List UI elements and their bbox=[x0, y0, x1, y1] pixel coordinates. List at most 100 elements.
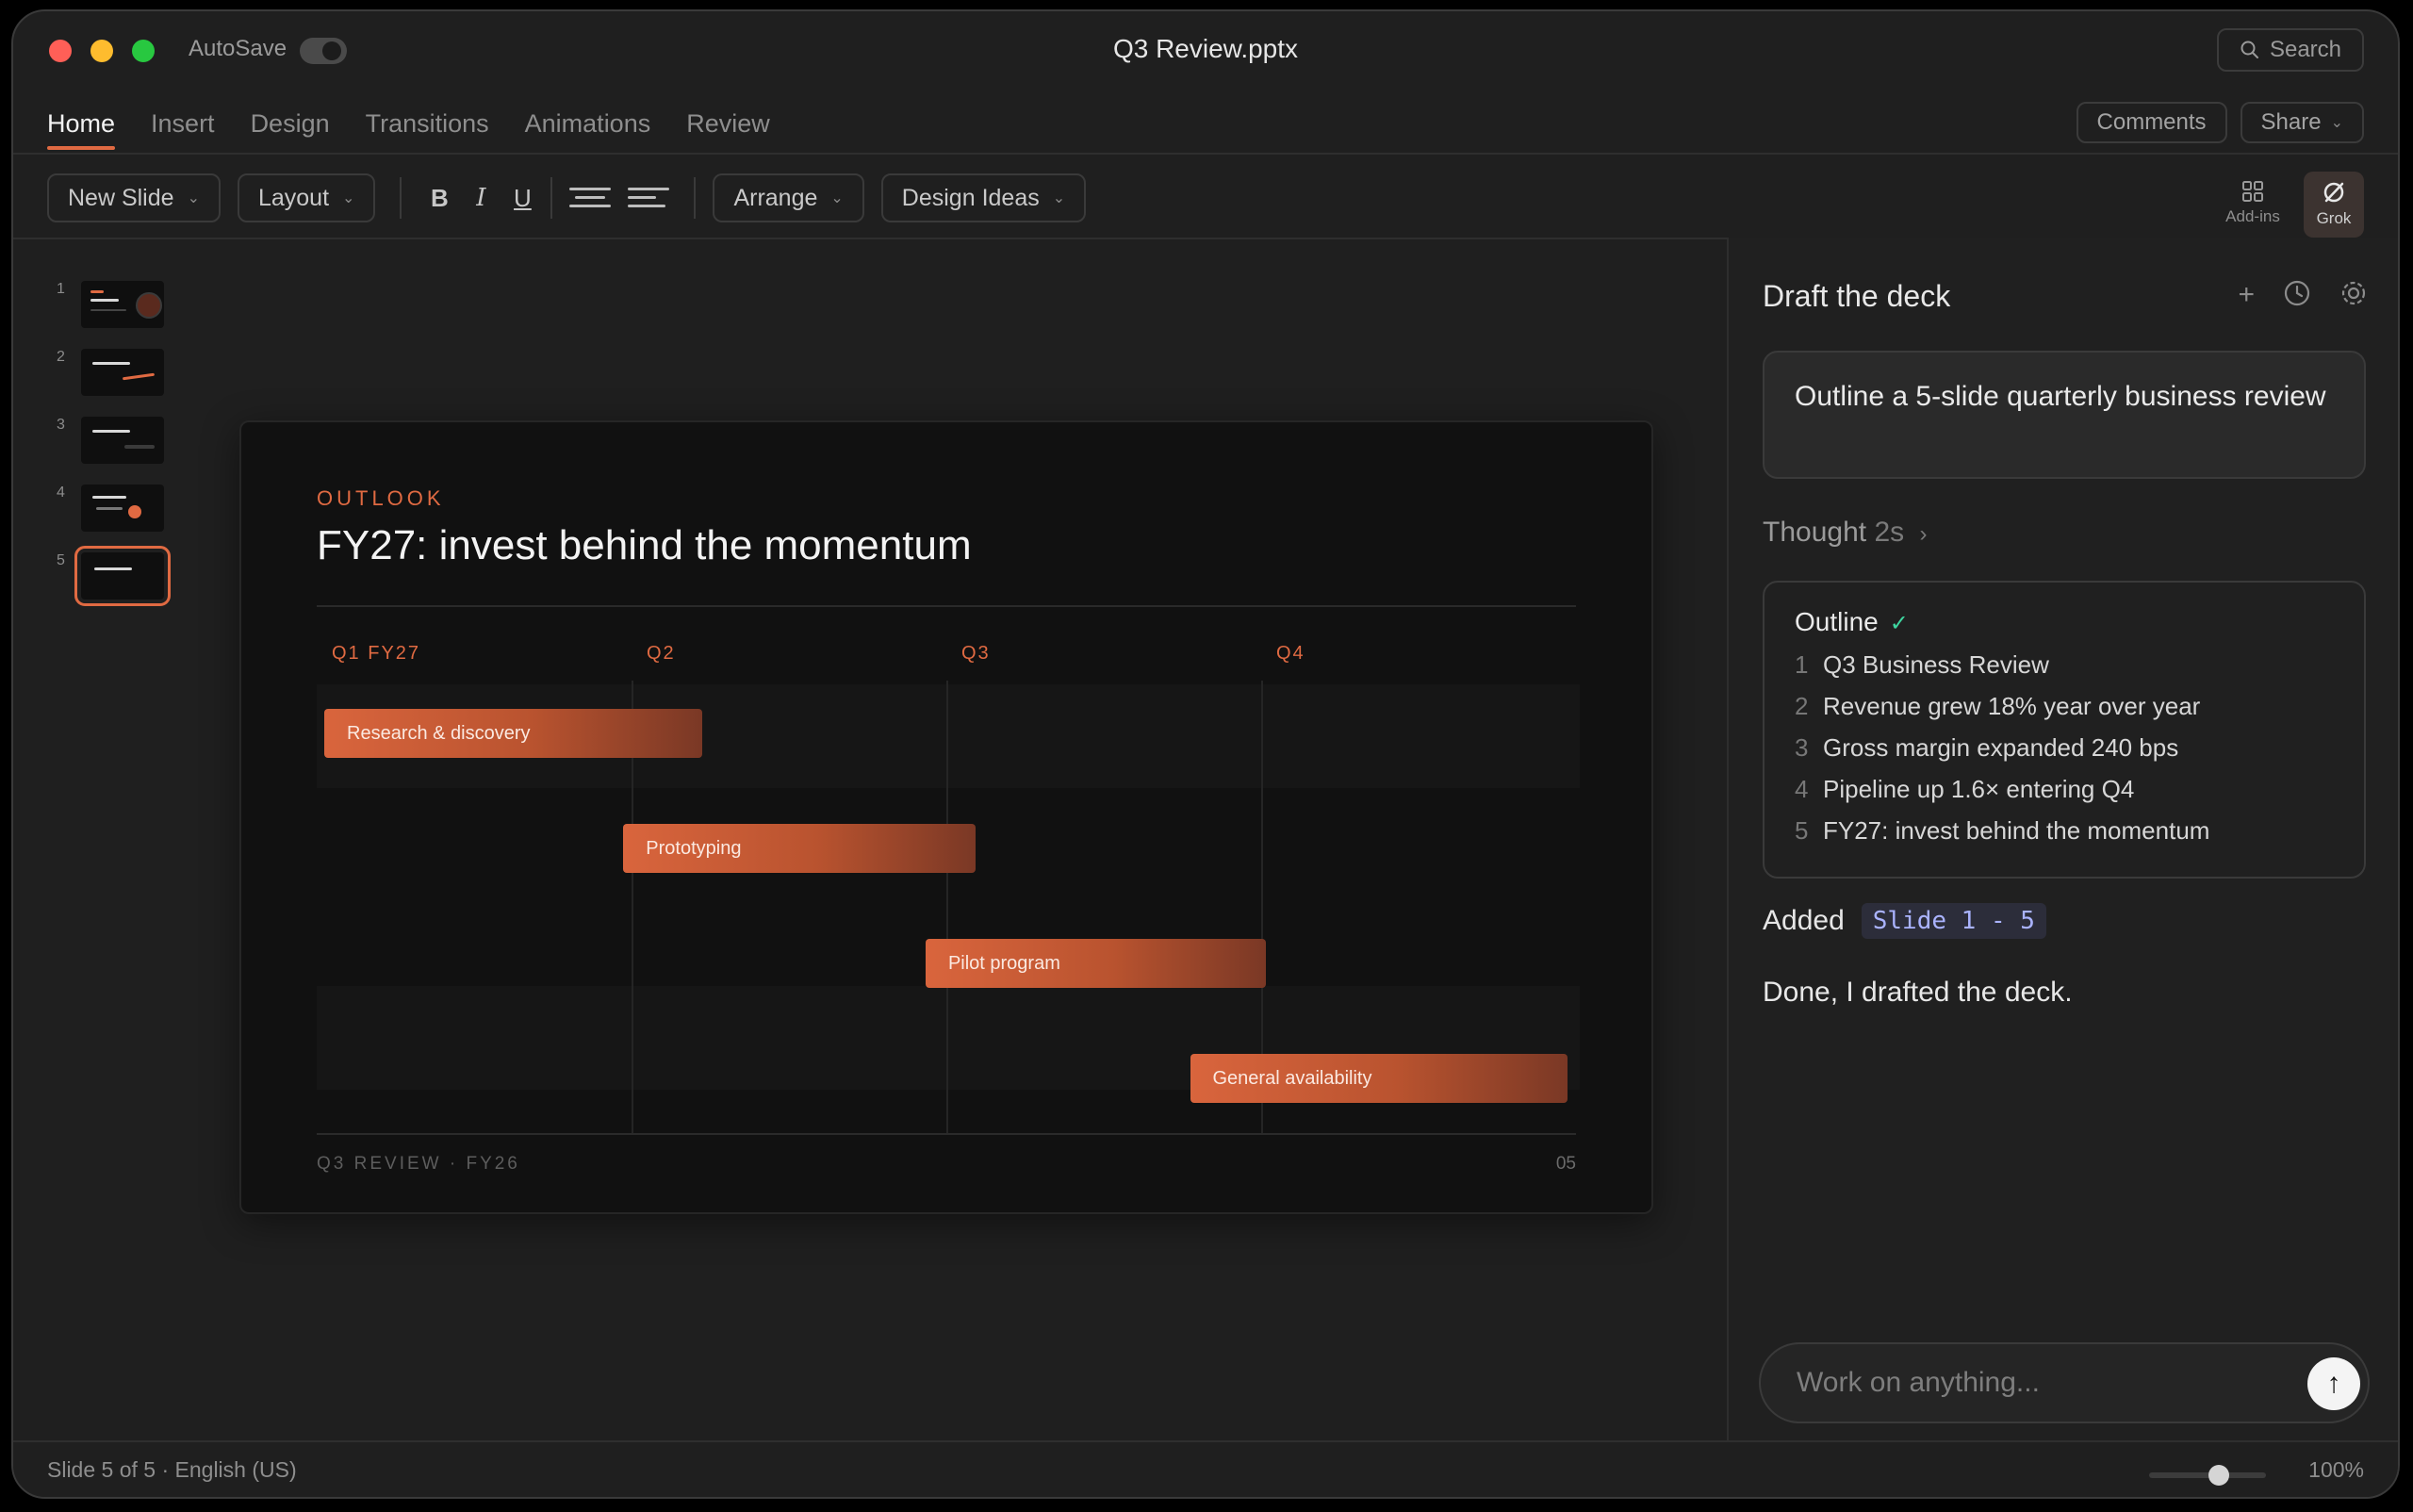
comments-button[interactable]: Comments bbox=[2076, 102, 2227, 143]
addins-button[interactable]: Add-ins bbox=[2219, 173, 2287, 226]
thumbnail-number: 4 bbox=[57, 485, 65, 501]
outline-card: Outline ✓ 1 Q3 Business Review 2 Revenue … bbox=[1763, 581, 2366, 879]
settings-icon[interactable] bbox=[2339, 279, 2368, 307]
grid-icon bbox=[2242, 181, 2263, 202]
underline-button[interactable]: U bbox=[501, 184, 543, 213]
title-bar: AutoSave Q3 Review.pptx Search bbox=[13, 11, 2398, 92]
outline-item-text: Revenue grew 18% year over year bbox=[1823, 692, 2201, 720]
ribbon-divider bbox=[13, 153, 2398, 155]
panel-actions: + bbox=[2238, 279, 2368, 311]
slide-thumbnail-2[interactable] bbox=[81, 349, 164, 396]
gantt-bar[interactable]: Prototyping bbox=[623, 824, 977, 873]
chat-input[interactable]: Work on anything... ↑ bbox=[1759, 1342, 2370, 1423]
gantt-bar[interactable]: General availability bbox=[1190, 1054, 1568, 1103]
zoom-slider[interactable] bbox=[2149, 1472, 2266, 1478]
thumbnail-number: 1 bbox=[57, 281, 65, 297]
outline-item-text: Pipeline up 1.6× entering Q4 bbox=[1823, 775, 2135, 803]
chevron-right-icon: › bbox=[1919, 521, 1928, 547]
quarter-label: Q4 bbox=[1276, 643, 1305, 664]
outline-item: 3 Gross margin expanded 240 bps bbox=[1795, 733, 2334, 775]
tab-home[interactable]: Home bbox=[47, 109, 116, 150]
outline-title: Outline bbox=[1795, 607, 1879, 636]
search-label: Search bbox=[2269, 37, 2342, 62]
arrange-button[interactable]: Arrange ⌄ bbox=[713, 173, 864, 222]
slide-thumbnail-4[interactable] bbox=[81, 485, 164, 532]
layout-label: Layout bbox=[257, 184, 330, 211]
chevron-down-icon: ⌄ bbox=[830, 190, 844, 206]
slide-footer: Q3 REVIEW · FY26 bbox=[317, 1154, 520, 1174]
footer-rule bbox=[317, 1133, 1576, 1135]
addins-label: Add-ins bbox=[2225, 207, 2280, 225]
history-icon[interactable] bbox=[2283, 279, 2311, 307]
grok-button[interactable]: Grok bbox=[2304, 172, 2364, 238]
align-center-icon[interactable] bbox=[569, 186, 612, 210]
tab-design[interactable]: Design bbox=[251, 109, 330, 148]
toolbar-separator bbox=[550, 177, 553, 219]
thumbnail-number: 2 bbox=[57, 349, 65, 365]
design-ideas-button[interactable]: Design Ideas ⌄ bbox=[880, 173, 1087, 222]
status-bar: Slide 5 of 5 · English (US) 100% bbox=[13, 1440, 2398, 1497]
gantt-bar[interactable]: Pilot program bbox=[925, 939, 1266, 988]
italic-button[interactable]: I bbox=[460, 184, 501, 212]
added-row: Added Slide 1 - 5 bbox=[1763, 903, 2046, 939]
assistant-panel: Draft the deck + Outline a 5-slide quart… bbox=[1727, 238, 2398, 1440]
panel-title: Draft the deck bbox=[1763, 279, 1951, 313]
quarter-label: Q3 bbox=[961, 643, 991, 664]
search-button[interactable]: Search bbox=[2217, 28, 2364, 72]
thought-toggle[interactable]: Thought 2s › bbox=[1763, 517, 1927, 549]
outline-item: 5 FY27: invest behind the momentum bbox=[1795, 816, 2334, 858]
layout-button[interactable]: Layout ⌄ bbox=[237, 173, 376, 222]
assistant-reply: Done, I drafted the deck. bbox=[1763, 977, 2073, 1008]
slide-title[interactable]: FY27: invest behind the momentum bbox=[317, 522, 972, 569]
gantt-chart: Q1 FY27 Q2 Q3 Q4 Research & discovery Pro… bbox=[317, 605, 1580, 1135]
zoom-level: 100% bbox=[2308, 1457, 2364, 1482]
search-icon bbox=[2241, 41, 2258, 58]
chevron-down-icon: ⌄ bbox=[187, 190, 200, 206]
share-button[interactable]: Share ⌄ bbox=[2240, 102, 2364, 143]
added-slides-chip[interactable]: Slide 1 - 5 bbox=[1861, 903, 2046, 939]
thought-time: 2s bbox=[1874, 517, 1905, 548]
outline-item: 4 Pipeline up 1.6× entering Q4 bbox=[1795, 775, 2334, 816]
outline-heading: Outline ✓ bbox=[1795, 607, 2334, 637]
tab-insert[interactable]: Insert bbox=[151, 109, 215, 148]
added-label: Added bbox=[1763, 905, 1845, 936]
share-label: Share bbox=[2260, 109, 2322, 135]
send-button[interactable]: ↑ bbox=[2307, 1357, 2360, 1410]
new-chat-icon[interactable]: + bbox=[2238, 279, 2255, 311]
slide-canvas[interactable]: OUTLOOK FY27: invest behind the momentum… bbox=[239, 420, 1653, 1214]
tab-animations[interactable]: Animations bbox=[525, 109, 651, 148]
slide-thumbnail-3[interactable] bbox=[81, 417, 164, 464]
bold-button[interactable]: B bbox=[419, 184, 460, 213]
chevron-down-icon: ⌄ bbox=[1052, 190, 1066, 206]
gantt-bar[interactable]: Research & discovery bbox=[324, 709, 702, 758]
quarter-gridline bbox=[946, 681, 948, 1135]
outline-item-text: Gross margin expanded 240 bps bbox=[1823, 733, 2179, 762]
toolbar-separator bbox=[400, 177, 402, 219]
slide-number: 05 bbox=[1555, 1154, 1576, 1174]
design-ideas-label: Design Ideas bbox=[901, 184, 1040, 211]
slide-thumbnail-5[interactable] bbox=[74, 546, 171, 606]
outline-item-text: Q3 Business Review bbox=[1823, 650, 2049, 679]
align-left-icon[interactable] bbox=[628, 186, 670, 210]
grok-label: Grok bbox=[2316, 209, 2352, 227]
check-icon: ✓ bbox=[1889, 611, 1909, 636]
thumbnail-number: 3 bbox=[57, 417, 65, 433]
comments-label: Comments bbox=[2096, 109, 2207, 135]
thumbnail-number: 5 bbox=[57, 552, 65, 568]
outline-item: 2 Revenue grew 18% year over year bbox=[1795, 692, 2334, 733]
document-title: Q3 Review.pptx bbox=[1112, 34, 1299, 63]
slide-status: Slide 5 of 5 · English (US) bbox=[47, 1457, 297, 1482]
slide-thumbnail-1[interactable] bbox=[81, 281, 164, 328]
outline-item-number: 5 bbox=[1795, 816, 1809, 845]
outline-item-number: 4 bbox=[1795, 775, 1809, 803]
outline-item-number: 2 bbox=[1795, 692, 1809, 720]
quarter-label: Q1 FY27 bbox=[332, 643, 421, 664]
chat-input-placeholder: Work on anything... bbox=[1797, 1367, 2040, 1398]
chevron-down-icon: ⌄ bbox=[342, 190, 355, 206]
new-slide-button[interactable]: New Slide ⌄ bbox=[47, 173, 221, 222]
zoom-slider-handle[interactable] bbox=[2208, 1465, 2230, 1486]
quarter-label: Q2 bbox=[647, 643, 676, 664]
tab-transitions[interactable]: Transitions bbox=[366, 109, 489, 148]
new-slide-label: New Slide bbox=[68, 184, 174, 211]
tab-review[interactable]: Review bbox=[686, 109, 770, 148]
